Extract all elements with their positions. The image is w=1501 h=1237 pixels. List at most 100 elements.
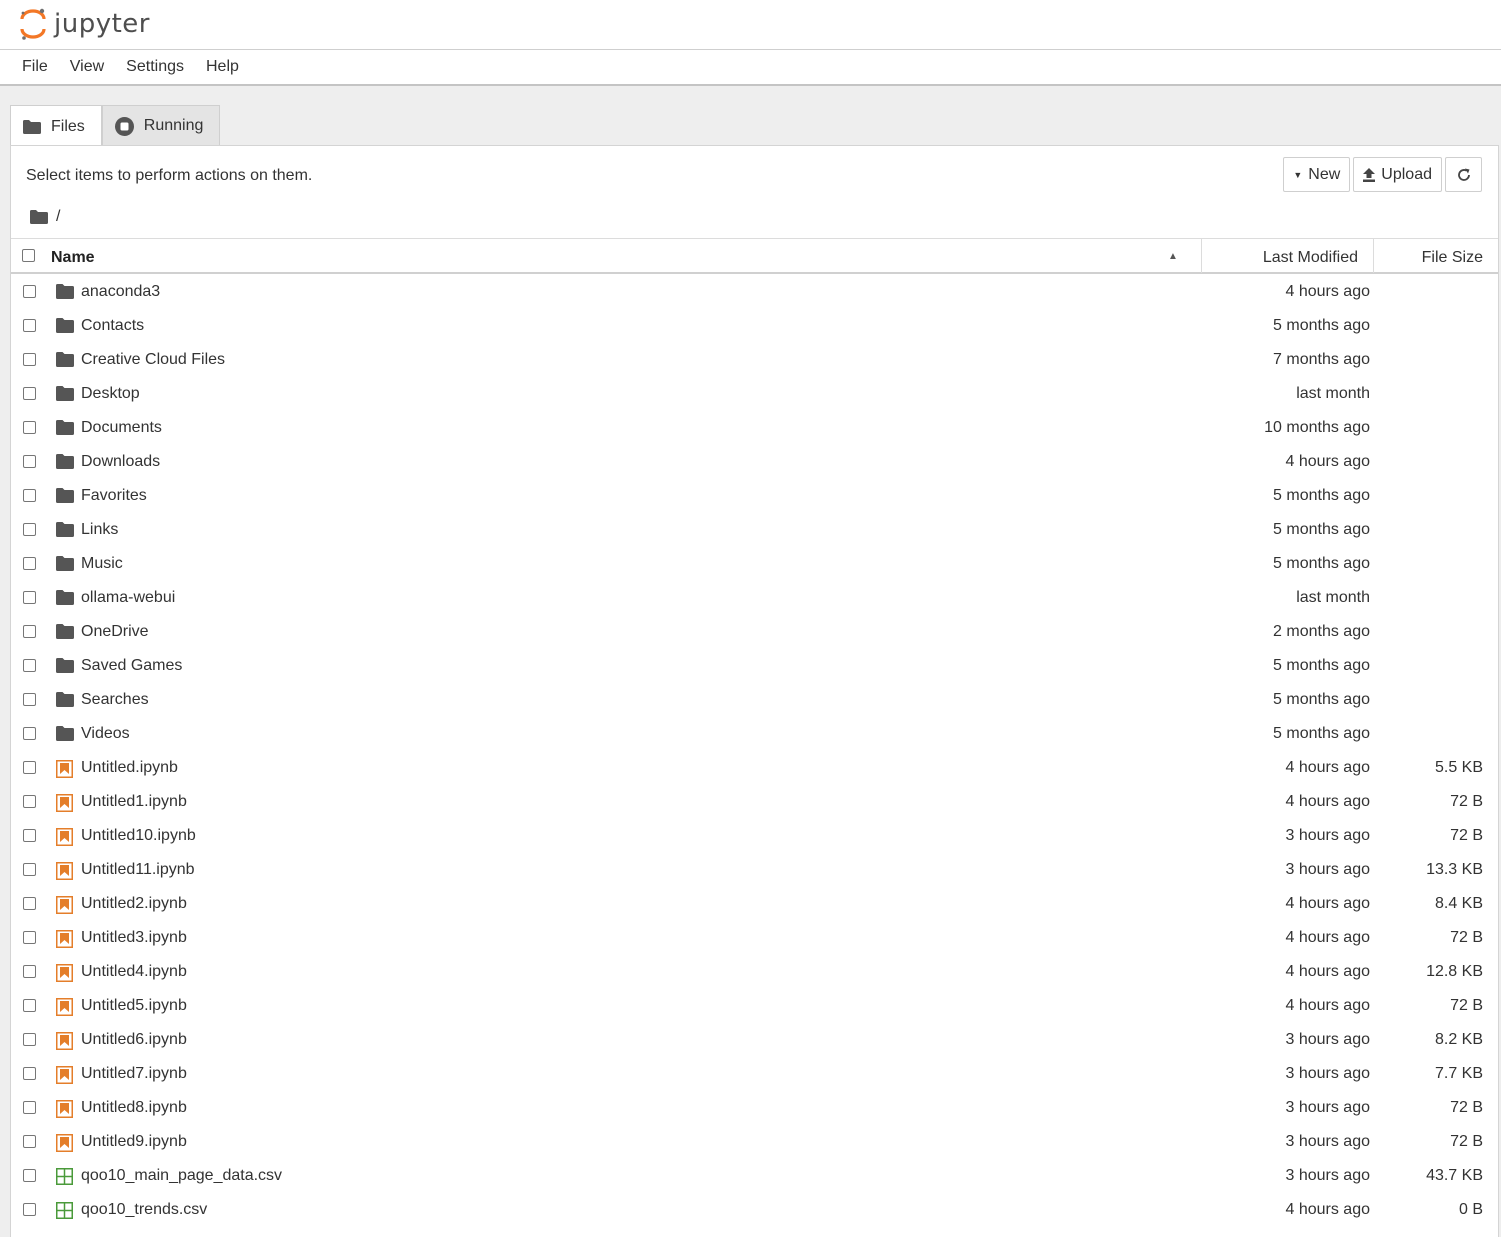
row-checkbox[interactable] <box>23 455 36 468</box>
file-row[interactable]: qoo10_main_page_data.csv 3 hours ago 43.7 … <box>11 1160 1498 1194</box>
row-checkbox[interactable] <box>23 1067 36 1080</box>
row-checkbox[interactable] <box>23 523 36 536</box>
file-name-link[interactable]: Music <box>81 555 123 573</box>
column-size-header[interactable]: File Size <box>1422 249 1483 267</box>
file-name-link[interactable]: Documents <box>81 419 162 437</box>
file-row[interactable]: Untitled11.ipynb 3 hours ago 13.3 KB <box>11 854 1498 888</box>
row-checkbox[interactable] <box>23 1169 36 1182</box>
file-row[interactable]: Videos 5 months ago <box>11 718 1498 752</box>
select-all-checkbox[interactable] <box>22 249 35 262</box>
column-modified-header[interactable]: Last Modified <box>1263 249 1358 267</box>
file-name-link[interactable]: Creative Cloud Files <box>81 351 225 369</box>
file-name-link[interactable]: Searches <box>81 691 149 709</box>
file-row[interactable]: Untitled9.ipynb 3 hours ago 72 B <box>11 1126 1498 1160</box>
row-checkbox[interactable] <box>23 863 36 876</box>
file-name-link[interactable]: Untitled8.ipynb <box>81 1099 187 1117</box>
file-row[interactable]: Untitled2.ipynb 4 hours ago 8.4 KB <box>11 888 1498 922</box>
file-row[interactable]: Untitled.ipynb 4 hours ago 5.5 KB <box>11 752 1498 786</box>
row-checkbox[interactable] <box>23 965 36 978</box>
tab-files[interactable]: Files <box>10 105 102 147</box>
file-name-link[interactable]: qoo10_trends.csv <box>81 1201 207 1219</box>
row-checkbox[interactable] <box>23 489 36 502</box>
file-row[interactable]: Untitled5.ipynb 4 hours ago 72 B <box>11 990 1498 1024</box>
tab-running[interactable]: Running <box>101 105 221 146</box>
row-checkbox[interactable] <box>23 353 36 366</box>
file-name-link[interactable]: Untitled9.ipynb <box>81 1133 187 1151</box>
file-name-link[interactable]: OneDrive <box>81 623 149 641</box>
file-name-link[interactable]: Downloads <box>81 453 160 471</box>
file-name-link[interactable]: Untitled.ipynb <box>81 759 178 777</box>
row-checkbox[interactable] <box>23 1101 36 1114</box>
row-checkbox[interactable] <box>23 591 36 604</box>
file-name-link[interactable]: Untitled7.ipynb <box>81 1065 187 1083</box>
menu-file[interactable]: File <box>11 50 59 84</box>
file-row[interactable]: Searches 5 months ago <box>11 684 1498 718</box>
row-checkbox[interactable] <box>23 897 36 910</box>
file-name-link[interactable]: Contacts <box>81 317 144 335</box>
folder-icon[interactable] <box>30 210 48 224</box>
file-name-link[interactable]: Links <box>81 521 118 539</box>
file-name-link[interactable]: Untitled3.ipynb <box>81 929 187 947</box>
row-checkbox[interactable] <box>23 387 36 400</box>
row-checkbox[interactable] <box>23 625 36 638</box>
row-checkbox[interactable] <box>23 693 36 706</box>
file-name-link[interactable]: anaconda3 <box>81 283 160 301</box>
file-name-link[interactable]: Untitled1.ipynb <box>81 793 187 811</box>
file-name-link[interactable]: Favorites <box>81 487 147 505</box>
menu-help[interactable]: Help <box>195 50 250 84</box>
file-name-link[interactable]: Saved Games <box>81 657 182 675</box>
row-checkbox[interactable] <box>23 1203 36 1216</box>
file-name-link[interactable]: Untitled11.ipynb <box>81 861 195 879</box>
file-name-link[interactable]: qoo10_main_page_data.csv <box>81 1167 282 1185</box>
file-row[interactable]: Untitled3.ipynb 4 hours ago 72 B <box>11 922 1498 956</box>
menu-settings[interactable]: Settings <box>115 50 195 84</box>
file-name-link[interactable]: Desktop <box>81 385 140 403</box>
file-row[interactable]: Documents 10 months ago <box>11 412 1498 446</box>
row-checkbox[interactable] <box>23 421 36 434</box>
row-checkbox[interactable] <box>23 795 36 808</box>
file-row[interactable]: anaconda3 4 hours ago <box>11 276 1498 310</box>
file-name-link[interactable]: Untitled10.ipynb <box>81 827 196 845</box>
file-row[interactable]: Untitled4.ipynb 4 hours ago 12.8 KB <box>11 956 1498 990</box>
breadcrumb-path[interactable]: / <box>56 208 60 226</box>
row-checkbox[interactable] <box>23 659 36 672</box>
file-row[interactable]: Downloads 4 hours ago <box>11 446 1498 480</box>
new-button[interactable]: ▼ New <box>1283 157 1351 192</box>
row-checkbox[interactable] <box>23 319 36 332</box>
row-checkbox[interactable] <box>23 1033 36 1046</box>
file-row[interactable]: Contacts 5 months ago <box>11 310 1498 344</box>
file-row[interactable]: qoo10_trends.csv 4 hours ago 0 B <box>11 1194 1498 1228</box>
row-checkbox[interactable] <box>23 999 36 1012</box>
sort-ascending-icon[interactable]: ▲ <box>1168 251 1178 262</box>
file-row[interactable]: Favorites 5 months ago <box>11 480 1498 514</box>
file-name-link[interactable]: Untitled5.ipynb <box>81 997 187 1015</box>
file-name-link[interactable]: ollama-webui <box>81 589 175 607</box>
row-checkbox[interactable] <box>23 761 36 774</box>
file-row[interactable]: Creative Cloud Files 7 months ago <box>11 344 1498 378</box>
file-row[interactable]: ollama-webui last month <box>11 582 1498 616</box>
row-checkbox[interactable] <box>23 1135 36 1148</box>
file-row[interactable]: Untitled8.ipynb 3 hours ago 72 B <box>11 1092 1498 1126</box>
file-row[interactable]: Untitled10.ipynb 3 hours ago 72 B <box>11 820 1498 854</box>
file-name-link[interactable]: Untitled2.ipynb <box>81 895 187 913</box>
row-checkbox[interactable] <box>23 727 36 740</box>
file-name-link[interactable]: Untitled6.ipynb <box>81 1031 187 1049</box>
file-row[interactable]: Untitled7.ipynb 3 hours ago 7.7 KB <box>11 1058 1498 1092</box>
file-name-link[interactable]: Untitled4.ipynb <box>81 963 187 981</box>
file-row[interactable]: Untitled1.ipynb 4 hours ago 72 B <box>11 786 1498 820</box>
row-checkbox[interactable] <box>23 285 36 298</box>
file-row[interactable]: Desktop last month <box>11 378 1498 412</box>
file-row[interactable]: Untitled6.ipynb 3 hours ago 8.2 KB <box>11 1024 1498 1058</box>
file-name-link[interactable]: Videos <box>81 725 130 743</box>
jupyter-logo[interactable]: jupyter <box>18 4 150 44</box>
file-row[interactable]: OneDrive 2 months ago <box>11 616 1498 650</box>
upload-button[interactable]: Upload <box>1353 157 1442 192</box>
column-name-header[interactable]: Name <box>51 249 95 267</box>
row-checkbox[interactable] <box>23 557 36 570</box>
file-row[interactable]: Links 5 months ago <box>11 514 1498 548</box>
file-row[interactable]: Saved Games 5 months ago <box>11 650 1498 684</box>
row-checkbox[interactable] <box>23 931 36 944</box>
row-checkbox[interactable] <box>23 829 36 842</box>
refresh-button[interactable] <box>1445 157 1482 192</box>
menu-view[interactable]: View <box>59 50 115 84</box>
